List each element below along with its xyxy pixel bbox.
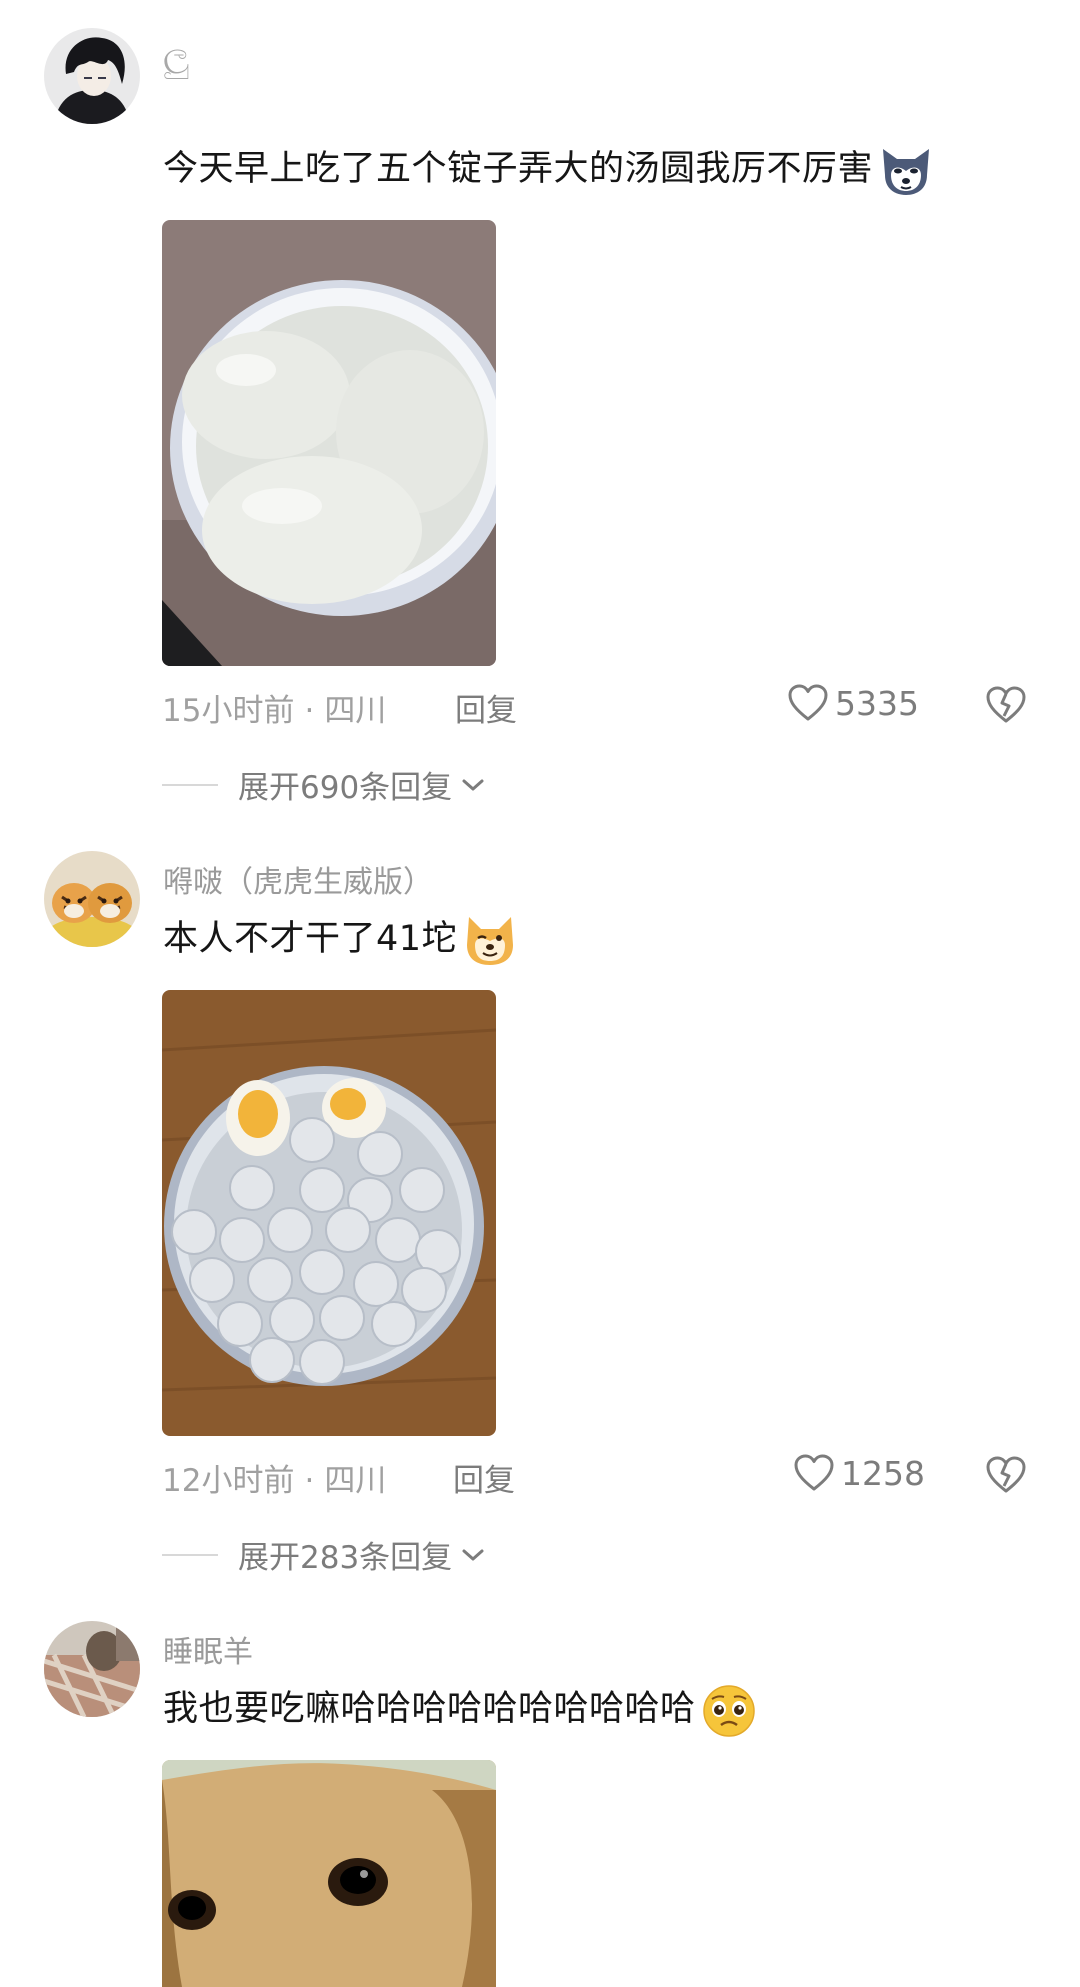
like-count: 1258	[841, 1453, 925, 1493]
username[interactable]: 嘚啵（虎虎生威版）	[163, 857, 433, 901]
comment-location: 四川	[324, 693, 387, 729]
avatar[interactable]	[44, 851, 140, 947]
username[interactable]: 睡眠羊	[163, 1627, 253, 1671]
comment-photo[interactable]	[162, 220, 496, 666]
expand-replies-button[interactable]: 展开283条回复	[162, 1532, 486, 1577]
comment-text: 今天早上吃了五个锭子弄大的汤圆我厉不厉害	[163, 140, 935, 199]
divider-line	[162, 1553, 218, 1556]
comment-time: 15小时前	[162, 693, 295, 729]
reply-button[interactable]: 回复	[455, 685, 517, 730]
expand-replies-label: 展开283条回复	[238, 1540, 453, 1576]
username[interactable]: ලු	[163, 34, 189, 74]
comment-location: 四川	[324, 1463, 387, 1499]
heart-icon	[793, 1453, 835, 1493]
doge-emoji	[461, 911, 519, 969]
comment-text-body: 今天早上吃了五个锭子弄大的汤圆我厉不厉害	[163, 149, 874, 189]
comment-text: 我也要吃嘛哈哈哈哈哈哈哈哈哈哈	[163, 1680, 758, 1739]
divider-line	[162, 783, 218, 786]
meta-separator: ·	[304, 693, 315, 729]
username-glyph: ලු	[163, 34, 189, 74]
comment-text-body: 本人不才干了41坨	[163, 919, 458, 959]
dislike-button[interactable]	[984, 1454, 1028, 1498]
comment-text-body: 我也要吃嘛哈哈哈哈哈哈哈哈哈哈	[163, 1689, 696, 1729]
comment-time: 12小时前	[162, 1463, 295, 1499]
comment-meta: 12小时前 · 四川	[162, 1455, 386, 1500]
like-button[interactable]: 5335	[787, 683, 919, 723]
meta-separator: ·	[304, 1463, 315, 1499]
chevron-down-icon	[460, 1546, 486, 1564]
avatar[interactable]	[44, 28, 140, 124]
chevron-down-icon	[460, 776, 486, 794]
comment-meta: 15小时前 · 四川	[162, 685, 386, 730]
wolf-face-emoji	[877, 141, 935, 199]
expand-replies-button[interactable]: 展开690条回复	[162, 762, 486, 807]
comment-photo[interactable]	[162, 990, 496, 1436]
like-button[interactable]: 1258	[793, 1453, 925, 1493]
broken-heart-icon	[986, 1456, 1026, 1493]
pleading-face-emoji	[700, 1681, 758, 1739]
reply-button[interactable]: 回复	[453, 1455, 515, 1500]
broken-heart-icon	[986, 686, 1026, 723]
dislike-button[interactable]	[984, 684, 1028, 728]
comment-text: 本人不才干了41坨	[163, 910, 519, 969]
comment-photo[interactable]	[162, 1760, 496, 1987]
avatar[interactable]	[44, 1621, 140, 1717]
like-count: 5335	[835, 683, 919, 723]
expand-replies-label: 展开690条回复	[238, 770, 453, 806]
heart-icon	[787, 683, 829, 723]
